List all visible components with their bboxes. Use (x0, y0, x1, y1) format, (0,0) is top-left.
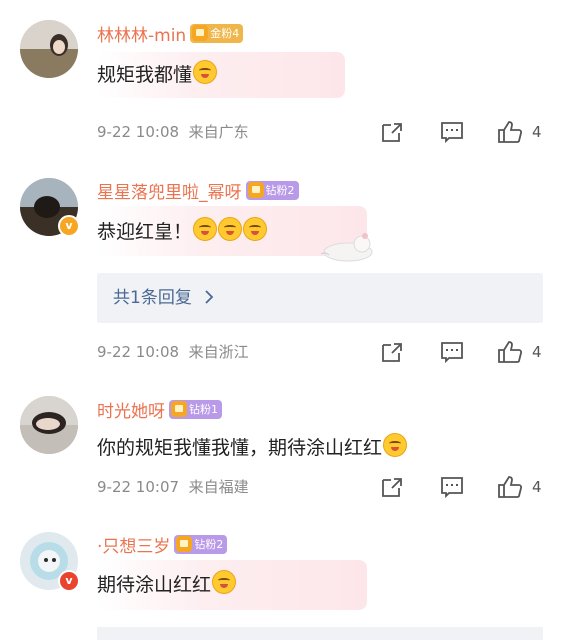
meta-row: 9-22 10:07 来自福建 4 (97, 475, 543, 499)
name-row: 时光她呀 钻粉1 (97, 396, 222, 422)
fan-badge: 钻粉1 (169, 399, 222, 419)
reply-summary-text: 共1条回复 (113, 288, 192, 308)
username[interactable]: ·只想三岁 (97, 532, 170, 557)
fan-badge-label: 钻粉2 (194, 538, 224, 551)
comment-location: 来自福建 (188, 478, 249, 496)
fan-badge-label: 钻粉1 (189, 403, 218, 416)
comment-text-content: 规矩我都懂 (97, 64, 193, 86)
comment-button[interactable] (440, 475, 464, 499)
comment-icon (441, 122, 463, 144)
comment-text: 恭迎红皇！ (97, 217, 268, 244)
crown-icon (247, 182, 264, 198)
chevron-right-icon (205, 290, 214, 304)
reply-summary-box[interactable]: 共1条回复 (97, 273, 543, 323)
grin-emoji-icon (193, 60, 218, 84)
shy-emoji-icon (383, 433, 408, 457)
share-icon (382, 478, 402, 497)
grin-emoji-icon (218, 217, 243, 241)
comment-time: 9-22 10:08 (97, 343, 180, 361)
share-button[interactable] (380, 120, 404, 144)
comment-text: 期待涂山红红 (97, 570, 237, 597)
like-button[interactable]: 4 (497, 120, 542, 144)
grin-emoji-icon (243, 217, 268, 241)
comment-location: 来自广东 (188, 123, 249, 141)
comment-button[interactable] (440, 340, 464, 364)
comment-time: 9-22 10:08 (97, 123, 180, 141)
reply-summary-link[interactable]: 共1条回复 (113, 273, 215, 323)
name-row: 星星落兜里啦_幂呀 钻粉2 (97, 177, 299, 203)
verified-badge: v (58, 570, 80, 592)
cat-sticker-icon (320, 233, 373, 262)
thumbs-up-icon (498, 121, 523, 143)
meta-row: 9-22 10:08 来自浙江 4 (97, 340, 543, 364)
like-button[interactable]: 4 (497, 340, 542, 364)
comment-time: 9-22 10:07 (97, 478, 180, 496)
comment-text: 规矩我都懂 (97, 60, 218, 87)
username[interactable]: 林林林-min (97, 21, 186, 46)
comment-meta: 9-22 10:08 来自浙江 (97, 340, 249, 364)
avatar[interactable] (20, 396, 78, 454)
comment-button[interactable] (440, 120, 464, 144)
fan-badge-label: 钻粉2 (265, 184, 295, 197)
fan-badge: 钻粉2 (174, 534, 228, 554)
avatar[interactable] (20, 20, 78, 78)
share-button[interactable] (380, 340, 404, 364)
share-button[interactable] (380, 475, 404, 499)
name-row: 林林林-min 金粉4 (97, 20, 244, 46)
like-button[interactable]: 4 (497, 475, 542, 499)
fan-badge: 钻粉2 (245, 180, 299, 200)
grin-emoji-icon (193, 217, 218, 241)
verified-badge: v (58, 215, 80, 237)
comment-text-content: 恭迎红皇！ (97, 221, 193, 243)
crown-icon (192, 25, 209, 41)
thumbs-up-icon (498, 476, 523, 498)
meta-row: 9-22 10:08 来自广东 4 (97, 120, 543, 144)
comment-icon (441, 342, 463, 364)
username[interactable]: 时光她呀 (97, 397, 165, 422)
comment-icon (441, 477, 463, 499)
fan-badge-label: 金粉4 (210, 27, 240, 40)
name-row: ·只想三岁 钻粉2 (97, 531, 228, 557)
next-reply-box-edge (97, 627, 543, 640)
comment-text-content: 期待涂山红红 (97, 574, 212, 596)
like-count: 4 (532, 343, 542, 361)
grin-emoji-icon (212, 570, 237, 594)
share-icon (382, 343, 402, 362)
comment-location: 来自浙江 (188, 343, 249, 361)
share-icon (382, 123, 402, 142)
comment-text: 你的规矩我懂我懂，期待涂山红红 (97, 433, 408, 460)
like-count: 4 (532, 478, 542, 496)
username[interactable]: 星星落兜里啦_幂呀 (97, 178, 242, 203)
crown-icon (176, 536, 193, 552)
thumbs-up-icon (498, 341, 523, 363)
crown-icon (171, 401, 187, 417)
comment-meta: 9-22 10:07 来自福建 (97, 475, 249, 499)
fan-badge: 金粉4 (190, 23, 244, 43)
comment-text-content: 你的规矩我懂我懂，期待涂山红红 (97, 437, 383, 459)
comment-meta: 9-22 10:08 来自广东 (97, 120, 249, 144)
like-count: 4 (532, 123, 542, 141)
